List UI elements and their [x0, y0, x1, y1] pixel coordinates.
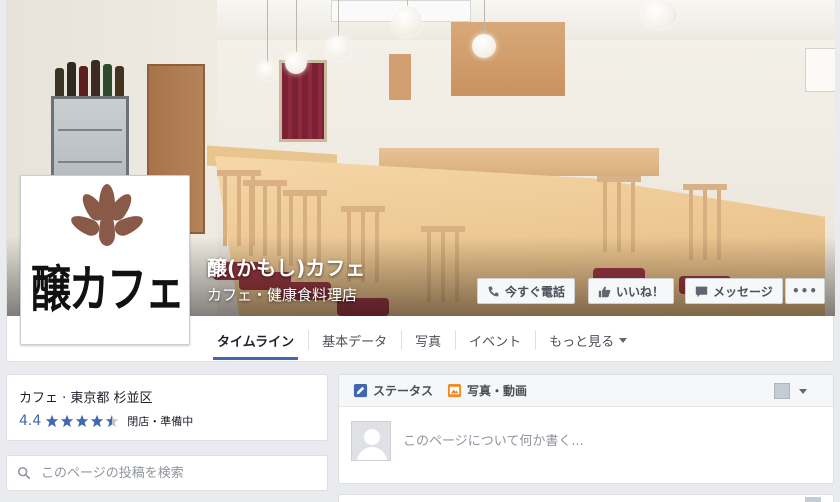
cover-lamp	[641, 0, 677, 28]
cover-lamp	[258, 62, 276, 80]
message-icon	[695, 286, 708, 297]
star-half-icon	[106, 414, 119, 428]
composer-input[interactable]	[403, 433, 803, 449]
tab-timeline[interactable]: タイムライン	[203, 318, 308, 362]
tab-events-label: イベント	[469, 334, 522, 350]
cover-lamp	[472, 34, 496, 58]
composer-tab-status[interactable]: ステータス	[353, 382, 433, 399]
open-status: 閉店・準備中	[127, 415, 194, 428]
thumbs-up-icon	[598, 285, 611, 297]
page-title[interactable]: 醸(かもし)カフェ	[207, 252, 365, 281]
like-label: いいね！	[616, 284, 665, 299]
more-dots-icon: •••	[791, 284, 818, 298]
pencil-icon	[353, 383, 368, 398]
search-input[interactable]	[41, 465, 301, 481]
cover-window	[279, 60, 327, 142]
page-category[interactable]: カフェ・健康食料理店	[207, 284, 357, 305]
audience-selector[interactable]	[774, 383, 807, 399]
more-options-button[interactable]: •••	[785, 278, 825, 304]
about-card: カフェ · 東京都 杉並区 4.4 閉店・準備中	[6, 374, 328, 441]
cover-cabinet-small	[389, 54, 411, 100]
avatar	[805, 497, 821, 502]
logo-text: 醸カフェ	[31, 260, 185, 319]
tab-about-label: 基本データ	[322, 334, 388, 350]
cover-lamp	[392, 6, 422, 36]
like-button[interactable]: いいね！	[588, 278, 675, 304]
phone-icon	[488, 286, 499, 296]
composer-body	[339, 407, 833, 475]
rating-value[interactable]: 4.4	[19, 413, 41, 429]
logo: 醸カフェ	[25, 180, 185, 340]
tab-timeline-label: タイムライン	[217, 334, 295, 350]
cover-lamp	[326, 36, 350, 60]
search-icon	[17, 466, 31, 480]
star-icon	[61, 414, 74, 428]
call-now-label: 今すぐ電話	[505, 284, 566, 299]
tab-photos-label: 写真	[415, 334, 442, 350]
next-feed-card	[338, 494, 834, 502]
cover-cabinet	[451, 22, 565, 96]
page-post-search[interactable]	[6, 455, 328, 491]
tab-photos[interactable]: 写真	[401, 318, 455, 362]
message-label: メッセージ	[713, 284, 773, 299]
chevron-down-icon	[619, 337, 628, 343]
post-composer: ステータス 写真・動画	[338, 374, 834, 484]
avatar	[351, 421, 391, 461]
star-icon	[76, 414, 89, 428]
rating-stars[interactable]	[45, 414, 119, 428]
tab-about[interactable]: 基本データ	[308, 318, 401, 362]
star-icon	[46, 414, 59, 428]
composer-tab-photo[interactable]: 写真・動画	[447, 382, 527, 399]
audience-avatar-icon	[774, 383, 790, 399]
chevron-down-icon	[799, 388, 807, 394]
call-now-button[interactable]: 今すぐ電話	[477, 278, 576, 304]
photo-tab-label: 写真・動画	[467, 384, 528, 398]
page-tabs: タイムライン 基本データ 写真 イベント もっと見る	[203, 318, 641, 362]
cover-bottles	[53, 58, 133, 96]
status-tab-label: ステータス	[373, 384, 434, 398]
composer-tabs: ステータス 写真・動画	[339, 375, 833, 407]
star-icon	[91, 414, 104, 428]
cover-wall-art	[805, 48, 835, 92]
photo-icon	[447, 383, 462, 398]
tab-events[interactable]: イベント	[455, 318, 535, 362]
tab-more[interactable]: もっと見る	[535, 318, 641, 362]
cover-lamp	[285, 52, 307, 74]
tab-more-label: もっと見る	[549, 334, 615, 350]
profile-picture[interactable]: 醸カフェ	[20, 175, 190, 345]
message-button[interactable]: メッセージ	[685, 278, 783, 304]
location-text[interactable]: カフェ · 東京都 杉並区	[19, 387, 315, 406]
